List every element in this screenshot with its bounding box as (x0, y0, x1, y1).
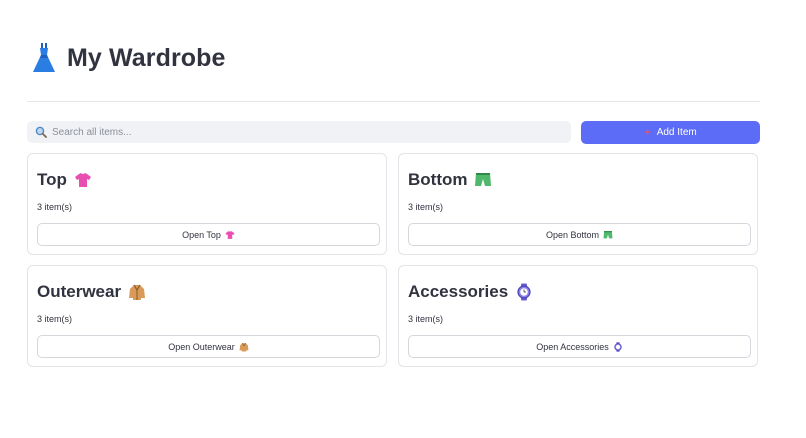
watch-icon (517, 283, 531, 301)
category-name: Accessories (408, 282, 509, 301)
open-top-button[interactable]: Open Top (37, 223, 380, 246)
category-name: Bottom (408, 170, 468, 189)
page-header: My Wardrobe (31, 40, 226, 76)
open-button-label: Open Bottom (545, 229, 600, 240)
plus-icon: + (644, 126, 651, 139)
category-title: Bottom (408, 170, 492, 190)
open-button-label: Open Accessories (536, 341, 609, 352)
item-count: 3 item(s) (408, 314, 444, 324)
open-button-label: Open Top (182, 229, 221, 240)
shorts-icon (603, 230, 613, 238)
category-name: Top (37, 170, 67, 189)
watch-icon (614, 341, 622, 352)
item-count: 3 item(s) (408, 202, 444, 212)
category-card-accessories: Accessories 3 item(s) Open Accessories (398, 265, 758, 367)
wardrobe-page: My Wardrobe + Add Item Top 3 item(s) Ope… (0, 0, 806, 438)
search-box[interactable] (27, 121, 571, 143)
open-bottom-button[interactable]: Open Bottom (408, 223, 751, 246)
category-card-outerwear: Outerwear 3 item(s) Open Outerwear (27, 265, 387, 367)
item-count: 3 item(s) (37, 314, 73, 324)
category-name: Outerwear (37, 282, 122, 301)
tshirt-icon (225, 230, 235, 239)
add-item-button[interactable]: + Add Item (581, 121, 760, 144)
open-accessories-button[interactable]: Open Accessories (408, 335, 751, 358)
category-card-bottom: Bottom 3 item(s) Open Bottom (398, 153, 758, 255)
open-outerwear-button[interactable]: Open Outerwear (37, 335, 380, 358)
category-card-top: Top 3 item(s) Open Top (27, 153, 387, 255)
dress-icon (33, 43, 55, 72)
category-title: Outerwear (37, 282, 146, 302)
header-divider (27, 101, 760, 102)
item-count: 3 item(s) (37, 202, 73, 212)
category-title: Accessories (408, 282, 533, 302)
magnifier-icon (35, 126, 47, 138)
open-button-label: Open Outerwear (168, 341, 235, 352)
page-title: My Wardrobe (67, 43, 226, 72)
search-input[interactable] (52, 122, 571, 142)
category-title: Top (37, 170, 92, 190)
coat-icon (239, 342, 249, 351)
add-item-label: Add Item (656, 127, 697, 138)
shorts-icon (475, 173, 492, 186)
coat-icon (129, 284, 146, 300)
tshirt-icon (74, 173, 91, 187)
